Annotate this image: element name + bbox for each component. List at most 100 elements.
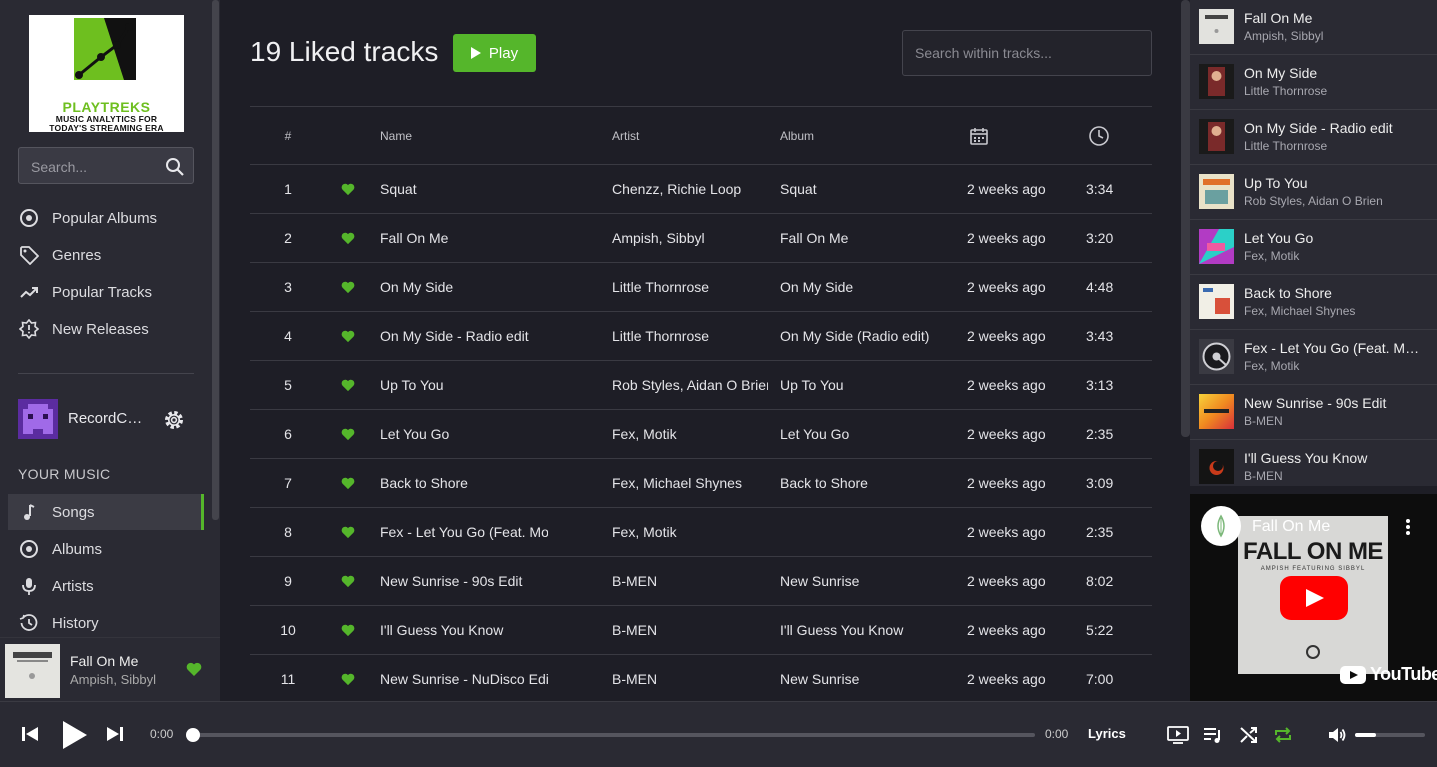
list-item[interactable]: Let You Go Fex, Motik <box>1190 220 1437 275</box>
column-header-artist[interactable]: Artist <box>612 107 768 164</box>
sidebar-item-popular-tracks[interactable]: Popular Tracks <box>18 277 152 307</box>
track-name[interactable]: Let You Go <box>380 410 548 458</box>
play-icon[interactable] <box>62 720 88 750</box>
heart-icon[interactable] <box>338 655 358 703</box>
sidebar-item-albums[interactable]: Albums <box>18 534 102 564</box>
profile-avatar[interactable] <box>18 399 58 439</box>
lyrics-button[interactable]: Lyrics <box>1088 726 1126 741</box>
table-row[interactable]: 7 Back to Shore Fex, Michael Shynes Back… <box>250 459 1152 508</box>
youtube-play-button[interactable] <box>1280 576 1348 620</box>
table-row[interactable]: 6 Let You Go Fex, Motik Let You Go 2 wee… <box>250 410 1152 459</box>
list-item[interactable]: Up To You Rob Styles, Aidan O Brien <box>1190 165 1437 220</box>
track-album[interactable]: New Sunrise <box>780 655 950 703</box>
track-artist[interactable]: Fex, Motik <box>612 508 768 556</box>
queue-music-icon[interactable] <box>1203 725 1223 745</box>
calendar-icon[interactable] <box>967 107 991 164</box>
table-row[interactable]: 3 On My Side Little Thornrose On My Side… <box>250 263 1152 312</box>
volume-slider[interactable] <box>1355 733 1425 737</box>
list-item[interactable]: I'll Guess You Know B-MEN <box>1190 440 1437 486</box>
sidebar-item-new-releases[interactable]: New Releases <box>18 314 149 344</box>
track-album[interactable]: Squat <box>780 165 950 213</box>
now-playing-mini[interactable]: Fall On Me Ampish, Sibbyl <box>0 637 220 702</box>
channel-avatar[interactable] <box>1201 506 1241 546</box>
column-header-name[interactable]: Name <box>380 107 548 164</box>
track-artist[interactable]: Fex, Michael Shynes <box>612 459 768 507</box>
volume-icon[interactable] <box>1327 725 1347 745</box>
heart-icon[interactable] <box>338 410 358 458</box>
search-icon[interactable] <box>165 157 185 177</box>
playtreks-logo[interactable]: PLAYTREKS MUSIC ANALYTICS FOR TODAY'S ST… <box>29 15 184 132</box>
column-header-album[interactable]: Album <box>780 107 950 164</box>
heart-icon[interactable] <box>338 459 358 507</box>
track-name[interactable]: Back to Shore <box>380 459 548 507</box>
track-name[interactable]: Up To You <box>380 361 548 409</box>
heart-icon[interactable] <box>338 361 358 409</box>
track-name[interactable]: Fall On Me <box>380 214 548 262</box>
main-scrollbar[interactable] <box>1181 0 1190 437</box>
track-name[interactable]: On My Side <box>380 263 548 311</box>
table-row[interactable]: 1 Squat Chenzz, Richie Loop Squat 2 week… <box>250 165 1152 214</box>
clock-icon[interactable] <box>1086 107 1112 164</box>
track-artist[interactable]: Rob Styles, Aidan O Brien <box>612 361 768 409</box>
heart-icon[interactable] <box>338 508 358 556</box>
sidebar-item-popular-albums[interactable]: Popular Albums <box>18 203 157 233</box>
skip-next-icon[interactable] <box>106 725 124 743</box>
column-header-number[interactable]: # <box>270 107 306 164</box>
progress-bar[interactable] <box>186 728 1035 742</box>
video-title[interactable]: Fall On Me <box>1252 518 1330 536</box>
track-search-input[interactable] <box>902 30 1152 76</box>
sidebar-item-history[interactable]: History <box>18 608 99 638</box>
heart-icon[interactable] <box>338 312 358 360</box>
track-album[interactable]: I'll Guess You Know <box>780 606 950 654</box>
play-all-button[interactable]: Play <box>453 34 536 72</box>
table-row[interactable]: 8 Fex - Let You Go (Feat. Mot Fex, Motik… <box>250 508 1152 557</box>
shuffle-icon[interactable] <box>1239 725 1259 745</box>
heart-icon[interactable] <box>338 606 358 654</box>
track-album[interactable]: New Sunrise <box>780 557 950 605</box>
track-artist[interactable]: B-MEN <box>612 557 768 605</box>
sidebar-item-artists[interactable]: Artists <box>18 571 94 601</box>
track-album[interactable]: Up To You <box>780 361 950 409</box>
table-row[interactable]: 4 On My Side - Radio edit Little Thornro… <box>250 312 1152 361</box>
track-artist[interactable]: Fex, Motik <box>612 410 768 458</box>
table-row[interactable]: 5 Up To You Rob Styles, Aidan O Brien Up… <box>250 361 1152 410</box>
track-name[interactable]: New Sunrise - NuDisco Edit <box>380 655 548 703</box>
sidebar-item-songs[interactable]: Songs <box>18 497 95 527</box>
track-album[interactable]: Fall On Me <box>780 214 950 262</box>
track-artist[interactable]: B-MEN <box>612 606 768 654</box>
track-artist[interactable]: Little Thornrose <box>612 263 768 311</box>
table-row[interactable]: 10 I'll Guess You Know B-MEN I'll Guess … <box>250 606 1152 655</box>
gear-icon[interactable] <box>162 408 186 432</box>
heart-icon[interactable] <box>338 263 358 311</box>
list-item[interactable]: On My Side Little Thornrose <box>1190 55 1437 110</box>
track-artist[interactable]: Ampish, Sibbyl <box>612 214 768 262</box>
track-album[interactable]: On My Side (Radio edit) <box>780 312 950 360</box>
table-row[interactable]: 11 New Sunrise - NuDisco Edit B-MEN New … <box>250 655 1152 704</box>
heart-icon[interactable] <box>186 662 202 677</box>
repeat-icon[interactable] <box>1273 725 1293 745</box>
more-vert-icon[interactable] <box>1404 518 1412 536</box>
table-row[interactable]: 9 New Sunrise - 90s Edit B-MEN New Sunri… <box>250 557 1152 606</box>
track-name[interactable]: Fex - Let You Go (Feat. Mot <box>380 508 548 556</box>
list-item[interactable]: Fall On Me Ampish, Sibbyl <box>1190 0 1437 55</box>
heart-icon[interactable] <box>338 214 358 262</box>
profile-name[interactable]: RecordCo... <box>68 410 148 427</box>
track-name[interactable]: Squat <box>380 165 548 213</box>
sidebar-item-genres[interactable]: Genres <box>18 240 101 270</box>
list-item[interactable]: Fex - Let You Go (Feat. Motik) Fex, Moti… <box>1190 330 1437 385</box>
table-row[interactable]: 2 Fall On Me Ampish, Sibbyl Fall On Me 2… <box>250 214 1152 263</box>
track-name[interactable]: I'll Guess You Know <box>380 606 548 654</box>
track-album[interactable]: Let You Go <box>780 410 950 458</box>
track-artist[interactable]: Little Thornrose <box>612 312 768 360</box>
track-album[interactable]: Back to Shore <box>780 459 950 507</box>
track-artist[interactable]: B-MEN <box>612 655 768 703</box>
list-item[interactable]: New Sunrise - 90s Edit B-MEN <box>1190 385 1437 440</box>
track-name[interactable]: New Sunrise - 90s Edit <box>380 557 548 605</box>
track-artist[interactable]: Chenzz, Richie Loop <box>612 165 768 213</box>
track-album[interactable]: On My Side <box>780 263 950 311</box>
sidebar-scrollbar[interactable] <box>212 0 219 520</box>
heart-icon[interactable] <box>338 165 358 213</box>
list-item[interactable]: Back to Shore Fex, Michael Shynes <box>1190 275 1437 330</box>
youtube-logo[interactable]: YouTube <box>1340 664 1437 685</box>
youtube-video-player[interactable]: FALL ON ME AMPISH FEATURING SIBBYL Fall … <box>1190 494 1437 701</box>
